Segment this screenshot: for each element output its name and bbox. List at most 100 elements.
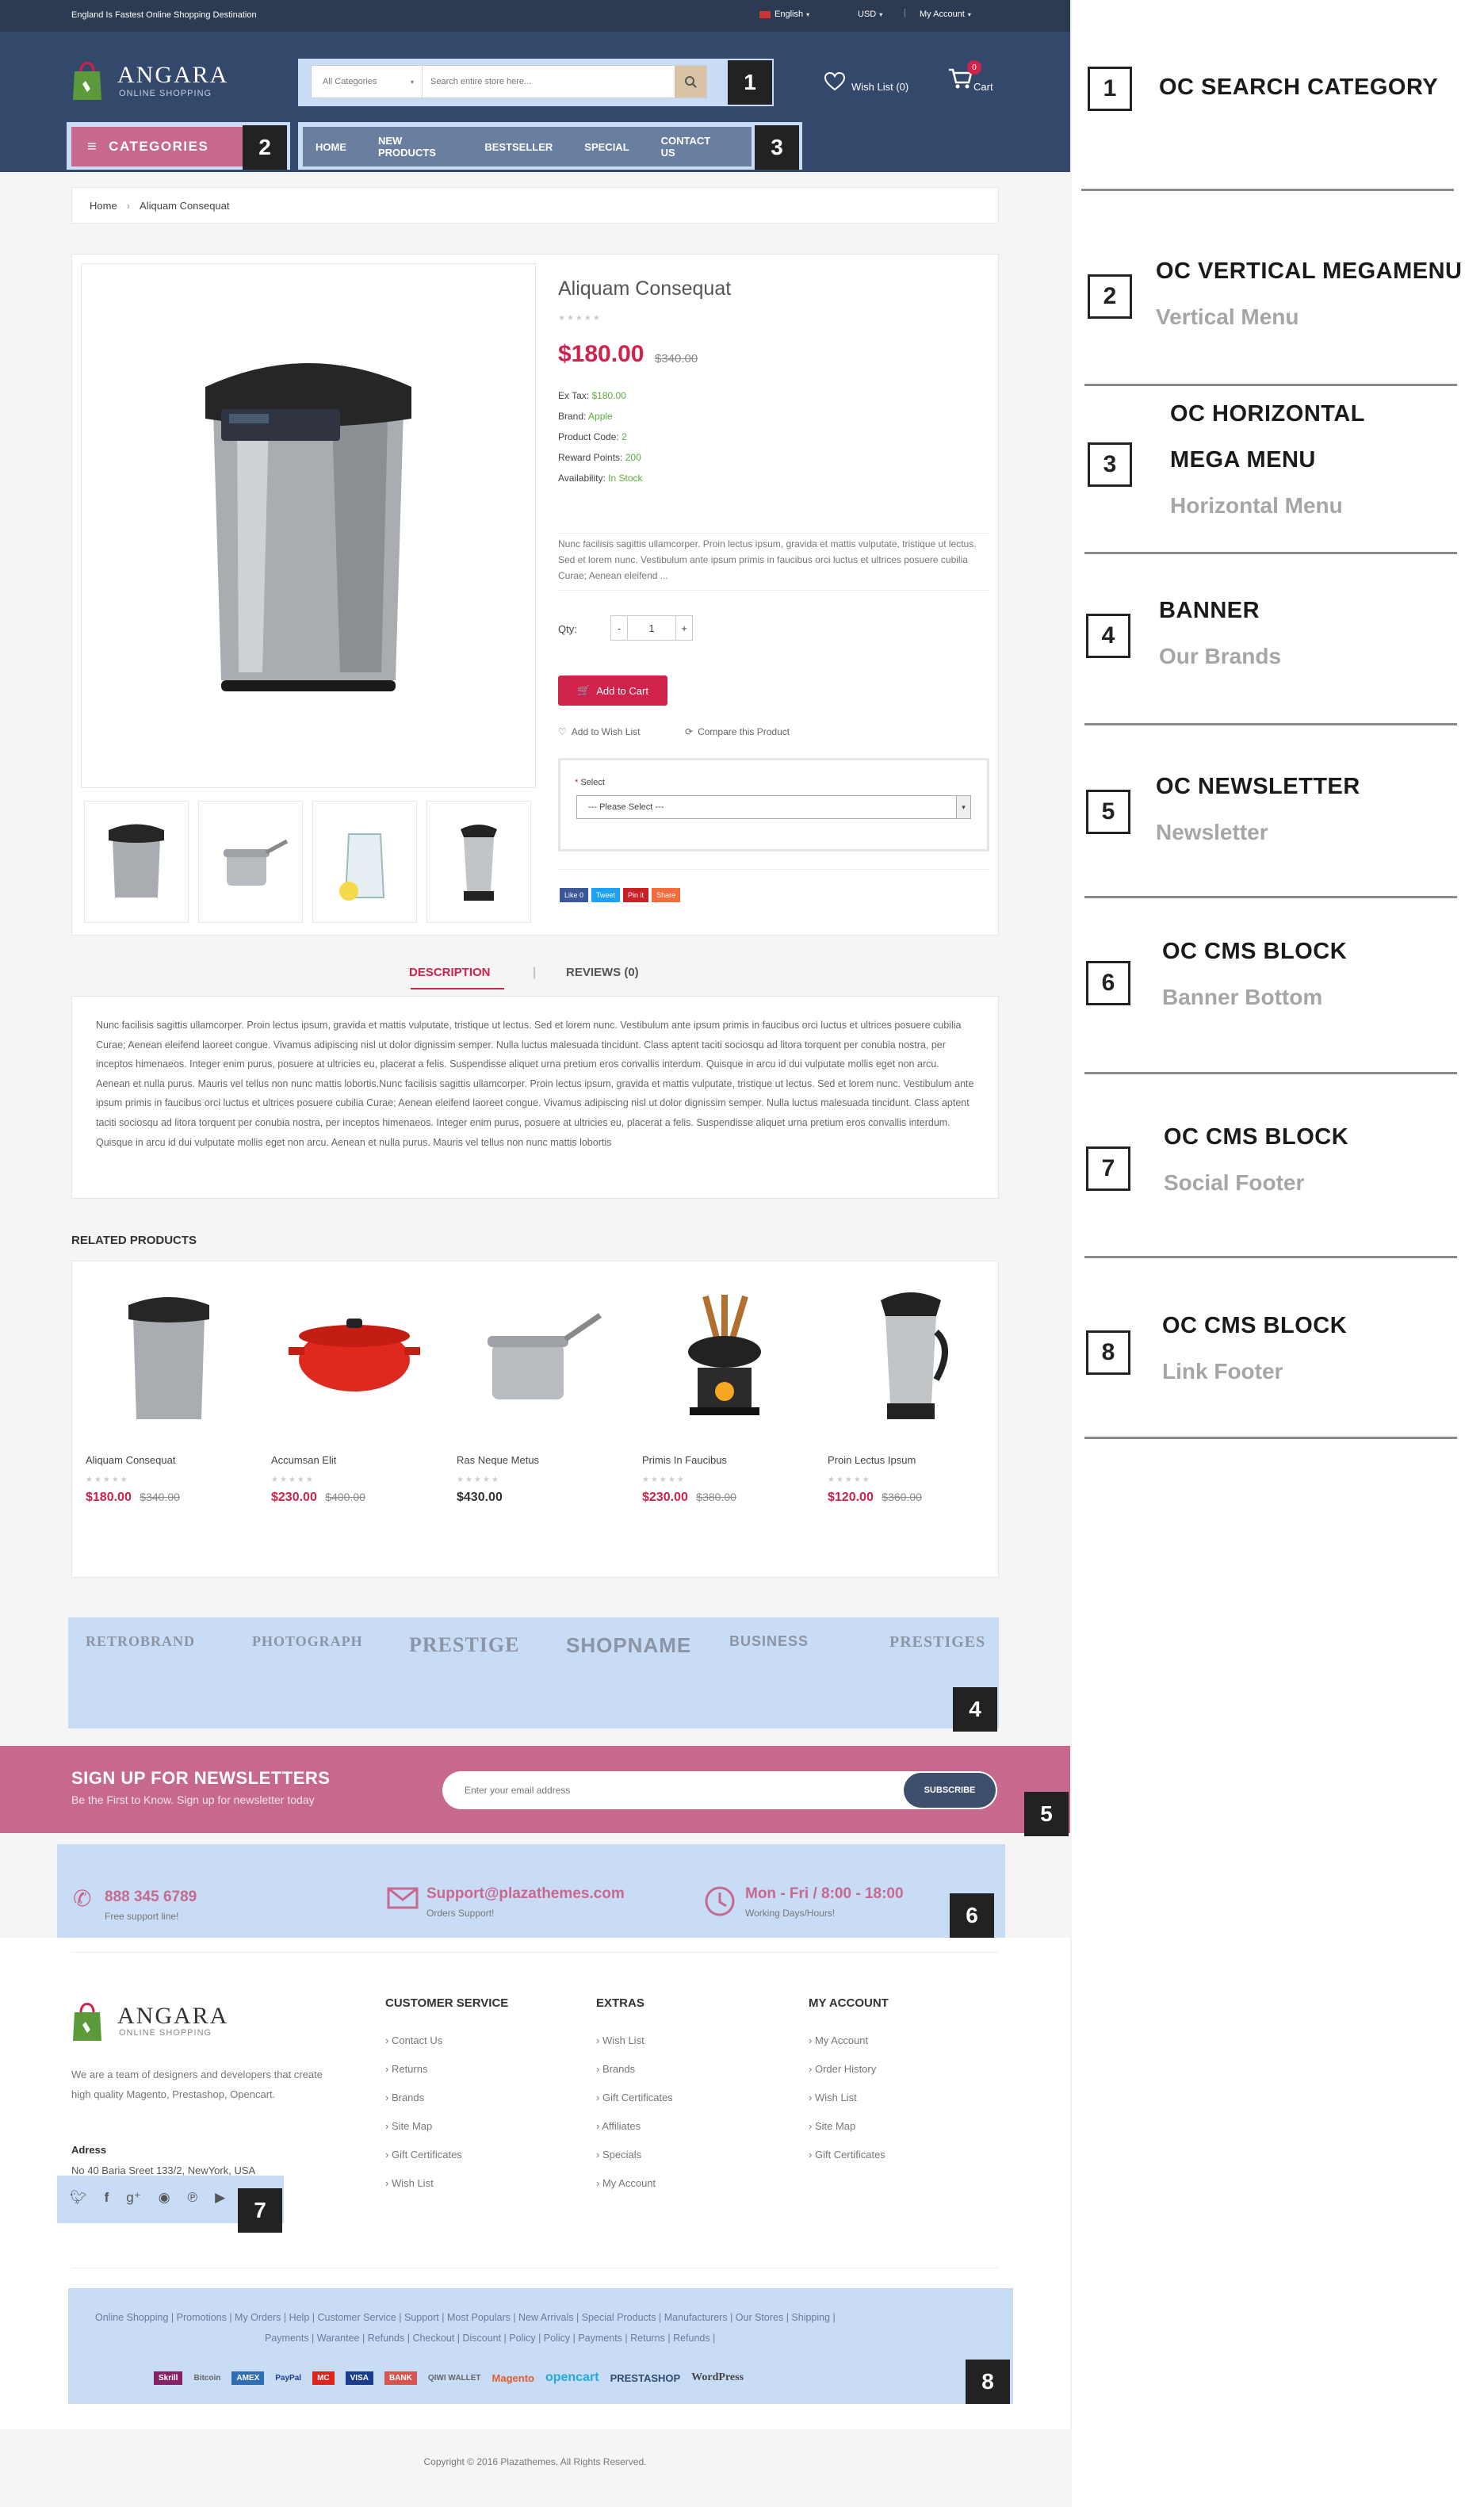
twitter-icon[interactable]: 🐦︎ [70, 2190, 87, 2206]
my-account-menu[interactable]: My Account ▾ [920, 10, 971, 19]
logo[interactable] [70, 57, 105, 105]
footer-link[interactable]: › Order History [809, 2063, 885, 2075]
footer-link[interactable]: › My Account [596, 2177, 673, 2189]
currency-selector[interactable]: USD ▾ [858, 10, 882, 19]
compare-link[interactable]: ⟳ Compare this Product [685, 726, 790, 737]
facebook-icon[interactable]: f [105, 2190, 109, 2206]
product-tile[interactable]: Proin Lectus Ipsum ★★★★★ $120.00 $360.00 [828, 1269, 994, 1505]
footer-logo-name: ANGARA [117, 2003, 229, 2029]
qty-increase-button[interactable]: + [675, 615, 693, 641]
add-to-cart-button[interactable]: 🛒 Add to Cart [558, 676, 667, 706]
phone-sub: Free support line! [105, 1911, 179, 1922]
footer-link[interactable]: › Site Map [385, 2120, 462, 2132]
footer-link[interactable]: › Wish List [596, 2034, 673, 2046]
refresh-icon: ⟳ [685, 726, 694, 737]
callout-badge-7: 7 [238, 2188, 282, 2233]
product-tile[interactable]: Accumsan Elit ★★★★★ $230.00 $400.00 [271, 1269, 438, 1505]
brand-logo[interactable]: PRESTIGE [409, 1633, 520, 1657]
product-tile[interactable]: Primis In Faucibus ★★★★★ $230.00 $380.00 [642, 1269, 809, 1505]
thumbnail[interactable] [84, 801, 189, 923]
logo-tagline: ONLINE SHOPPING [119, 89, 212, 98]
footer-logo[interactable] [70, 1998, 105, 2046]
product-tile[interactable]: Ras Neque Metus ★★★★★ $430.00 [457, 1269, 623, 1505]
subscribe-button[interactable]: SUBSCRIBE [904, 1773, 996, 1808]
product-main-image[interactable] [81, 263, 536, 788]
footer-links[interactable]: Online Shopping | Promotions | My Orders… [95, 2307, 983, 2348]
nav-item-bestseller[interactable]: BESTSELLER [484, 141, 553, 153]
breadcrumb-home[interactable]: Home [90, 200, 117, 212]
flag-icon [759, 10, 771, 18]
annotation-title: OC CMS BLOCK [1164, 1124, 1349, 1150]
footer-link[interactable]: › Site Map [809, 2120, 885, 2132]
annotation-title: OC SEARCH CATEGORY [1159, 75, 1439, 100]
categories-button[interactable]: ≡ CATEGORIES [71, 127, 244, 166]
footer-link[interactable]: › Gift Certificates [385, 2149, 462, 2161]
pinterest-button[interactable]: Pin it [623, 888, 649, 902]
blender-thumb [461, 825, 497, 901]
qty-decrease-button[interactable]: - [610, 615, 628, 641]
language-selector[interactable]: English ▾ [759, 10, 809, 19]
footer-link[interactable]: › Wish List [809, 2092, 885, 2103]
footer-col-customer-service: › Contact Us › Returns › Brands › Site M… [385, 2034, 462, 2206]
payment-logo: MC [312, 2371, 335, 2385]
store-page: England Is Fastest Online Shopping Desti… [0, 0, 1070, 2507]
tab-description[interactable]: DESCRIPTION [409, 966, 491, 979]
callout-badge-5: 5 [1024, 1792, 1069, 1836]
nav-item-new-products[interactable]: NEW PRODUCTS [378, 135, 453, 159]
wishlist-link[interactable]: Wish List (0) [824, 70, 908, 93]
payment-logo: VISA [345, 2371, 373, 2385]
brand-logo[interactable]: RETROBRAND [86, 1633, 195, 1650]
annotation-subtitle: Banner Bottom [1162, 985, 1323, 1009]
bread-maker-thumb [109, 824, 164, 898]
cart-link[interactable]: 0 Cart [948, 60, 993, 93]
footer-link[interactable]: › Returns [385, 2063, 462, 2075]
facebook-like-button[interactable]: Like 0 [560, 888, 589, 902]
tab-reviews[interactable]: REVIEWS (0) [566, 966, 639, 979]
nav-item-special[interactable]: SPECIAL [584, 141, 629, 153]
footer-link[interactable]: › Contact Us [385, 2034, 462, 2046]
thumbnail[interactable] [312, 801, 417, 923]
brand-logo[interactable]: PHOTOGRAPH [252, 1633, 363, 1650]
shopping-bag-logo-icon [73, 62, 101, 100]
footer-link[interactable]: › Wish List [385, 2177, 462, 2189]
add-to-wishlist-link[interactable]: ♡ Add to Wish List [558, 726, 640, 737]
thumbnail[interactable] [426, 801, 531, 923]
footer-link[interactable]: › Brands [385, 2092, 462, 2103]
footer-about: We are a team of designers and developer… [71, 2069, 323, 2100]
qty-input[interactable]: 1 [628, 615, 675, 641]
email-field[interactable] [442, 1771, 904, 1809]
footer-col-extras: › Wish List › Brands › Gift Certificates… [596, 2034, 673, 2206]
brand-logo[interactable]: SHOPNAME [566, 1633, 691, 1658]
search-category-select[interactable]: All Categories ▾ [312, 66, 423, 98]
brand-logo[interactable]: BUSINESS [729, 1633, 809, 1650]
footer-link[interactable]: › Gift Certificates [809, 2149, 885, 2161]
rss-icon[interactable]: ◉ [159, 2190, 170, 2206]
google-plus-icon[interactable]: g⁺ [126, 2190, 140, 2206]
footer-link[interactable]: › Affiliates [596, 2120, 673, 2132]
tweet-button[interactable]: Tweet [591, 888, 621, 902]
fondue-set-image [688, 1295, 761, 1415]
thumbnail[interactable] [198, 801, 303, 923]
share-button[interactable]: Share [652, 888, 681, 902]
search-button[interactable] [675, 66, 706, 98]
product-tile[interactable]: Aliquam Consequat ★★★★★ $180.00 $340.00 [86, 1269, 252, 1505]
clock-icon [704, 1885, 736, 1921]
address-text: No 40 Baria Sreet 133/2, NewYork, USA [71, 2164, 256, 2176]
phone-number: 888 345 6789 [105, 1889, 197, 1905]
footer-link[interactable]: › My Account [809, 2034, 885, 2046]
nav-item-home[interactable]: HOME [316, 141, 346, 153]
search-input[interactable] [423, 66, 675, 98]
option-select[interactable]: --- Please Select --- ▾ [576, 795, 971, 819]
footer-link[interactable]: › Brands [596, 2063, 673, 2075]
rating-stars: ★★★★★ [558, 314, 602, 323]
support-email[interactable]: Support@plazathemes.com [426, 1885, 625, 1903]
footer-link[interactable]: › Specials [596, 2149, 673, 2161]
cart-count-badge: 0 [967, 60, 981, 75]
nav-item-contact-us[interactable]: CONTACT US [661, 135, 720, 159]
pinterest-icon[interactable]: ℗ [188, 2190, 198, 2206]
brand-logo[interactable]: PRESTIGES [889, 1633, 985, 1652]
youtube-icon[interactable]: ▶ [215, 2190, 225, 2206]
annotation-number: 7 [1086, 1146, 1130, 1191]
footer-col-title: EXTRAS [596, 1996, 644, 2010]
footer-link[interactable]: › Gift Certificates [596, 2092, 673, 2103]
